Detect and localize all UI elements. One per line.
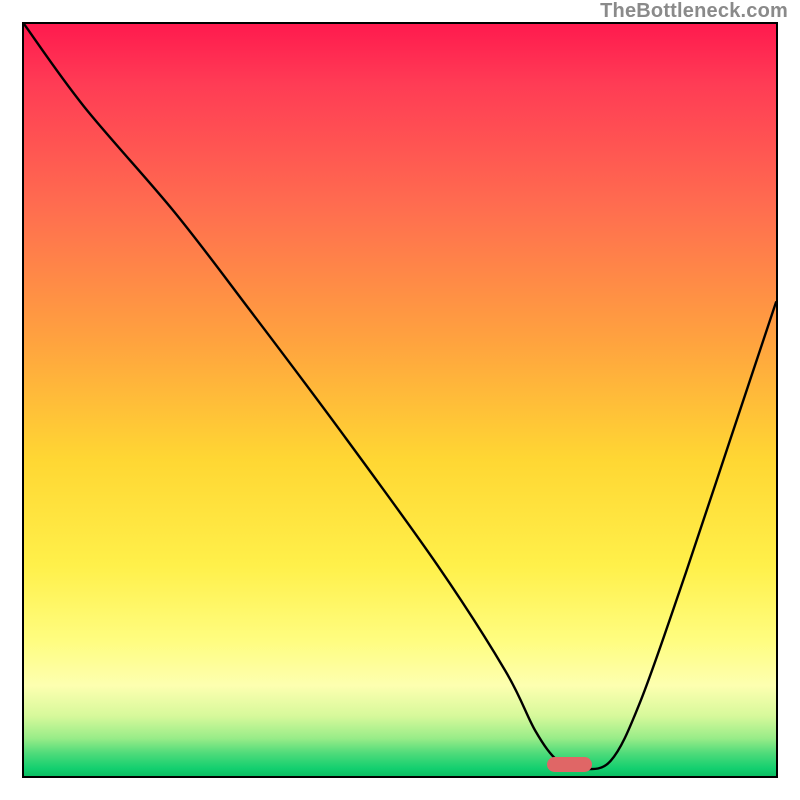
optimum-marker — [547, 757, 592, 772]
plot-area — [22, 22, 778, 778]
chart-container: TheBottleneck.com — [0, 0, 800, 800]
line-curve — [24, 24, 776, 776]
watermark-text: TheBottleneck.com — [600, 0, 788, 23]
